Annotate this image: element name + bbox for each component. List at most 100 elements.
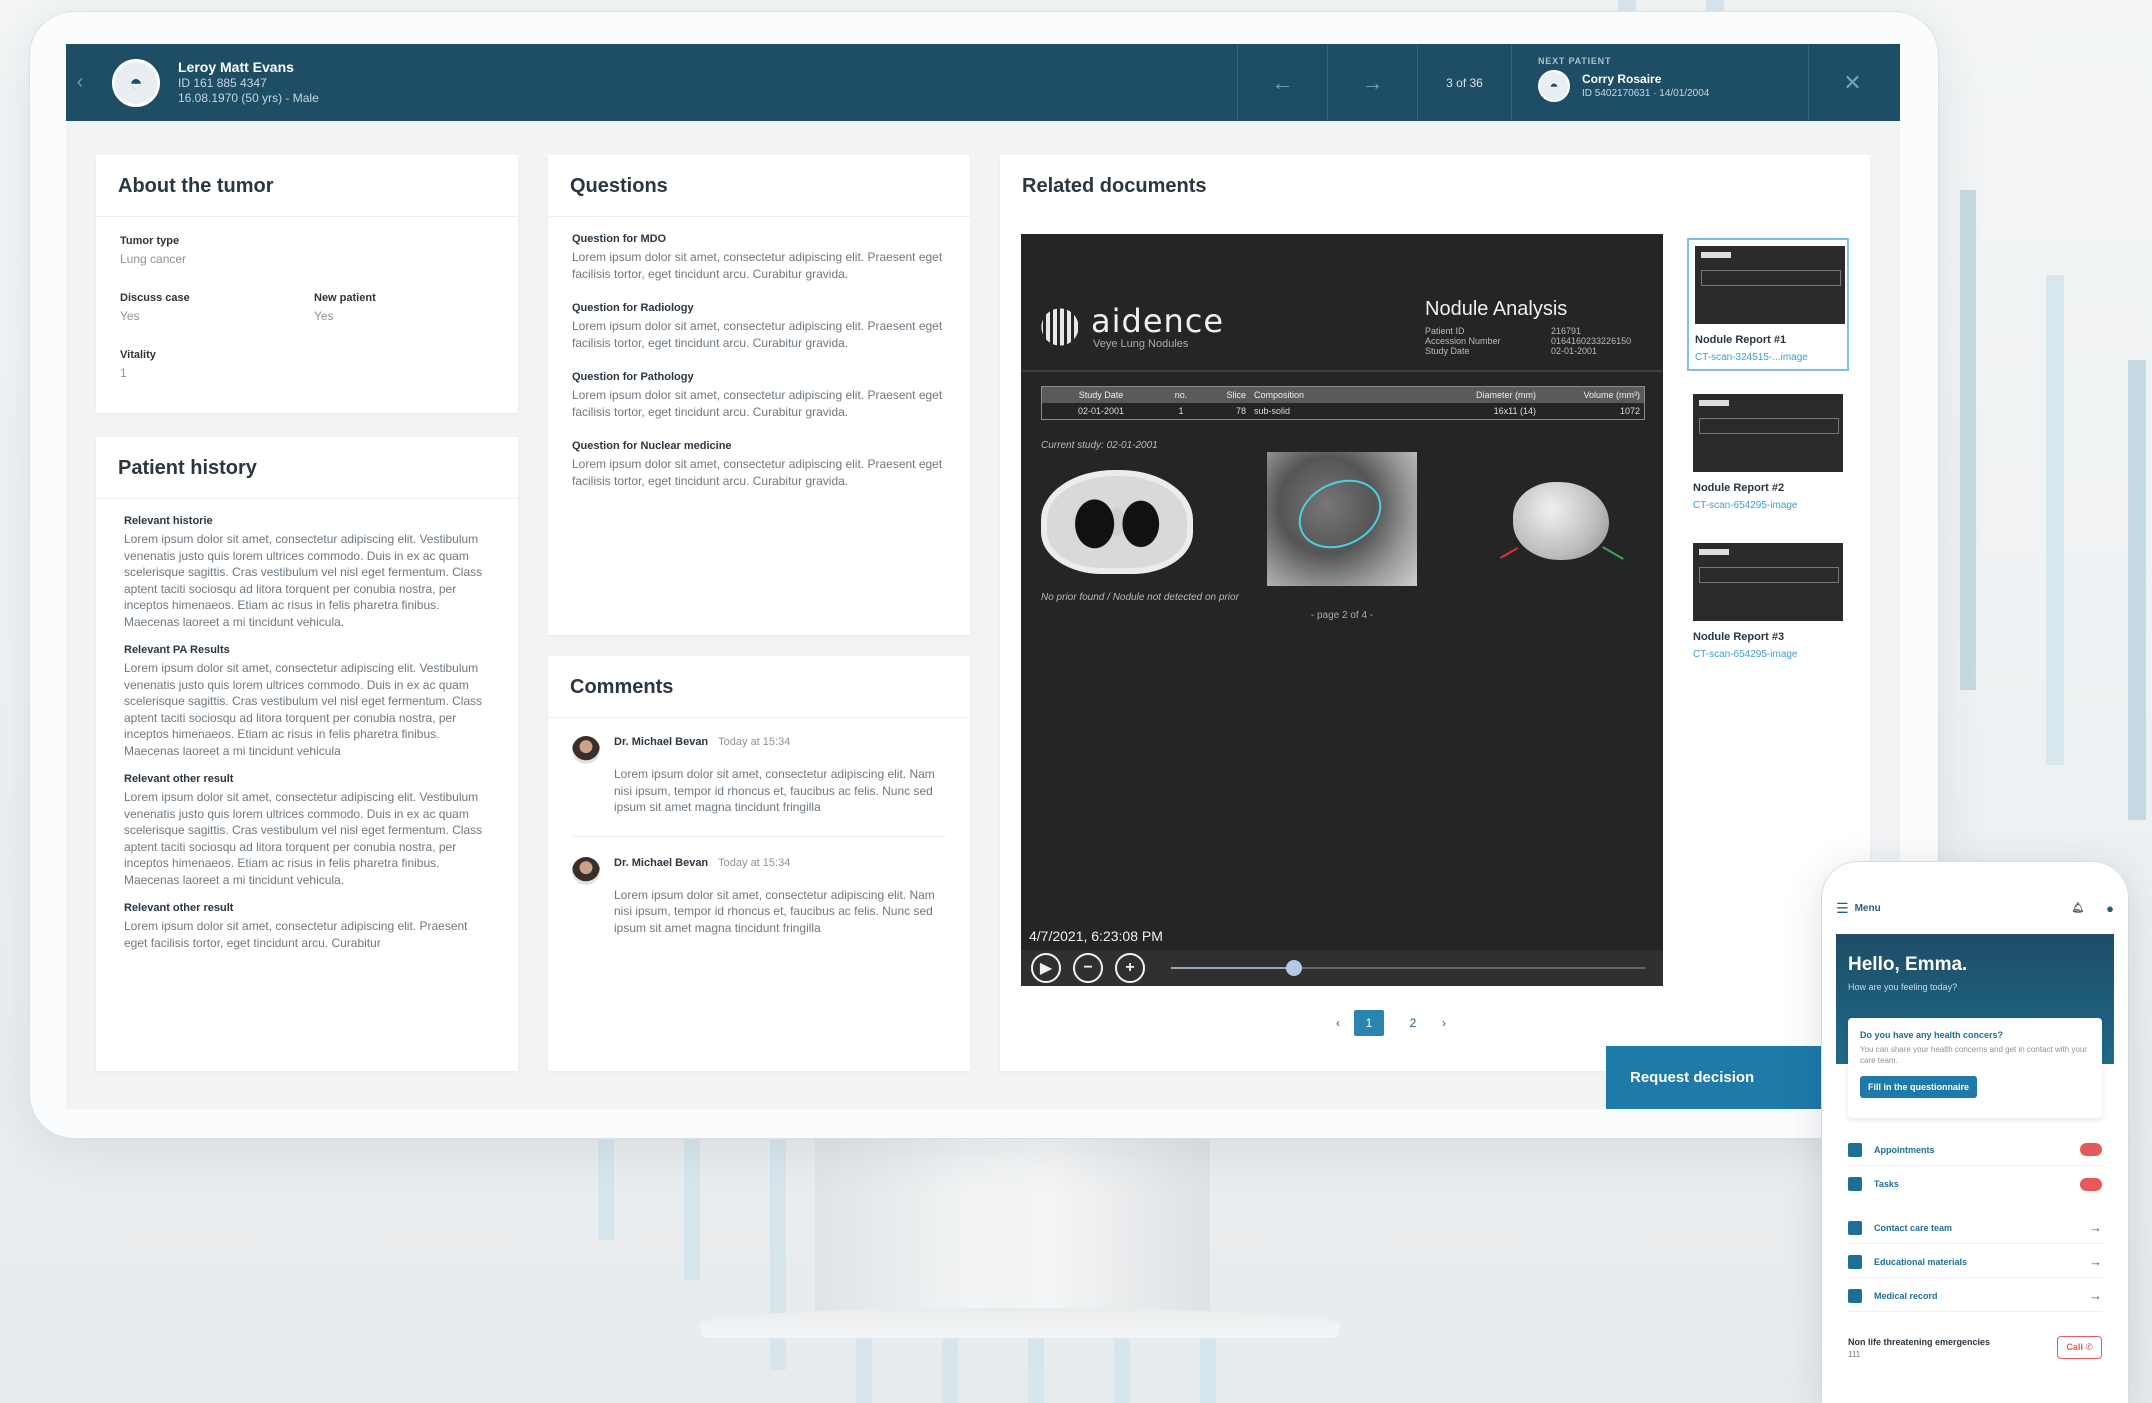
bg-stripe [2046,275,2064,765]
thumbnail-report-2[interactable]: Nodule Report #2 CT-scan-654295-image [1687,388,1849,517]
report-meta-values: 216791 0164160233226150 02-01-2001 [1551,326,1631,356]
table-header-cell: no. [1174,390,1188,400]
phone-topbar: ☰ Menu 🔔︎ ● [1836,900,2114,917]
phone-item-contact[interactable]: Contact care team → [1848,1212,2102,1244]
comment-text: Lorem ipsum dolor sit amet, consectetur … [614,767,935,814]
profile-icon[interactable]: ● [2106,901,2114,916]
author-avatar [572,736,600,764]
document-viewer[interactable]: aidence Veye Lung Nodules Nodule Analysi… [1021,234,1663,986]
axis-line [1499,547,1519,559]
document-pager: ‹ 1 2 › [1336,1010,1446,1036]
question-heading: Question for Nuclear medicine [572,440,732,452]
emergency-title: Non life threatening emergencies [1848,1336,1991,1347]
vitality-value: 1 [120,366,127,380]
comments-card: Comments Dr. Michael Bevan Today at 15:34… [548,656,970,1071]
clipboard-icon [1848,1177,1862,1191]
patient-id: ID 161 885 4347 [178,76,267,90]
table-header-cell: Volume (mm³) [1583,390,1640,400]
notification-badge [2080,1143,2102,1156]
hamburger-icon[interactable]: ☰ [1836,900,1849,917]
bg-stripe [684,1140,700,1280]
nodule-outline [1287,466,1393,562]
lung-ct-image [1041,470,1193,574]
pager-prev-icon[interactable]: ‹ [1336,1016,1340,1030]
vitality-label: Vitality [120,349,156,361]
thumbnail-report-1[interactable]: Nodule Report #1 CT-scan-324515-...image [1687,238,1849,371]
bg-stripe [1960,190,1976,690]
book-icon [1848,1254,1862,1269]
comment-time: Today at 15:34 [718,736,791,748]
report-brand-sub: Veye Lung Nodules [1093,338,1189,350]
table-cell: 1072 [1619,406,1640,416]
call-label: Call [2066,1342,2083,1352]
call-button[interactable]: Call ✆ [2057,1336,2102,1359]
thumbnail-image [1693,543,1843,621]
question-text: Lorem ipsum dolor sit amet, consectetur … [572,319,943,350]
questionnaire-button[interactable]: Fill in the questionnaire [1860,1076,1978,1098]
author-avatar [572,856,600,885]
nodule-closeup-image [1267,452,1417,586]
arrow-left-icon: ← [1271,69,1294,95]
table-header-cell: Diameter (mm) [1476,390,1536,400]
play-icon[interactable]: ▶ [1031,953,1061,983]
phone-item-education[interactable]: Educational materials → [1848,1246,2102,1278]
question-heading: Question for MDO [572,233,667,245]
phone-item-tasks[interactable]: Tasks [1848,1168,2102,1200]
comments-card-title: Comments [548,656,970,718]
arrow-right-icon: → [2089,1220,2102,1235]
emergency-row: Non life threatening emergencies 111 Cal… [1848,1336,2102,1359]
table-cell: 78 [1235,406,1246,416]
thumbnail-link[interactable]: CT-scan-324515-...image [1695,352,1841,363]
prev-patient-button[interactable]: ← [1237,44,1327,121]
report-meta-labels: Patient ID Accession Number Study Date [1425,326,1501,356]
thumbnail-image [1695,246,1845,324]
close-button[interactable]: ✕ [1808,44,1896,121]
thumbnail-report-3[interactable]: Nodule Report #3 CT-scan-654295-image [1687,537,1849,666]
phone-greeting: Hello, Emma. [1848,954,1968,975]
thumbnail-title: Nodule Report #3 [1693,631,1785,643]
axis-line [1602,546,1624,560]
tumor-card: About the tumor Tumor type Lung cancer D… [96,155,518,413]
history-heading: Relevant historie [124,515,213,527]
patient-header: ‹ ◓ Leroy Matt Evans ID 161 885 4347 16.… [66,44,1900,121]
viewer-controls: ▶ − + [1021,950,1663,986]
thumbnail-link[interactable]: CT-scan-654295-image [1693,649,1843,660]
bg-stripe [598,1140,614,1240]
meta-value: 0164160233226150 [1551,336,1632,346]
phone-item-appointments[interactable]: Appointments [1848,1134,2102,1166]
zoom-in-icon[interactable]: + [1115,953,1145,983]
table-cell: 02-01-2001 [1077,406,1125,416]
report-table-header: Study Date no. Slice Composition Diamete… [1042,387,1644,403]
zoom-out-icon[interactable]: − [1073,953,1103,983]
document-icon [1848,1288,1862,1303]
phone-item-medical-record[interactable]: Medical record → [1848,1280,2102,1312]
page-2-button[interactable]: 2 [1398,1010,1428,1036]
slider-handle[interactable] [1286,960,1303,976]
comment-text: Lorem ipsum dolor sit amet, consectetur … [614,887,935,935]
chevron-left-icon[interactable]: ‹ [66,44,94,121]
discuss-case-label: Discuss case [120,292,190,304]
patient-avatar-icon: ◓ [112,58,160,107]
next-patient-avatar-icon: ◓ [1538,70,1570,102]
aidence-logo-icon [1039,306,1081,348]
next-patient[interactable]: NEXT PATIENT ◓ Corry Rosaire ID 54021706… [1511,44,1808,121]
calendar-icon [1848,1142,1862,1157]
thumbnail-link[interactable]: CT-scan-654295-image [1693,500,1843,511]
bg-stripe [2128,360,2146,820]
documents-card-title: Related documents [1022,175,1207,197]
bell-icon[interactable]: 🔔︎ [2071,903,2084,914]
next-patient-button[interactable]: → [1327,44,1417,121]
page-1-button[interactable]: 1 [1354,1010,1384,1036]
slider-fill [1171,967,1295,969]
new-patient-label: New patient [314,292,376,304]
comment-item: Dr. Michael Bevan Today at 15:34 Lorem ip… [572,837,946,957]
phone-menu-label[interactable]: Menu [1855,903,2072,914]
new-patient-value: Yes [314,309,334,323]
table-header-cell: Slice [1226,390,1246,400]
phone-item-label: Appointments [1874,1144,1935,1155]
playback-slider[interactable] [1171,960,1645,976]
pager-next-icon[interactable]: › [1442,1016,1446,1030]
current-patient: ◓ Leroy Matt Evans ID 161 885 4347 16.08… [94,44,1237,121]
meta-value: 02-01-2001 [1551,346,1598,356]
patient-name: Leroy Matt Evans [178,59,294,75]
